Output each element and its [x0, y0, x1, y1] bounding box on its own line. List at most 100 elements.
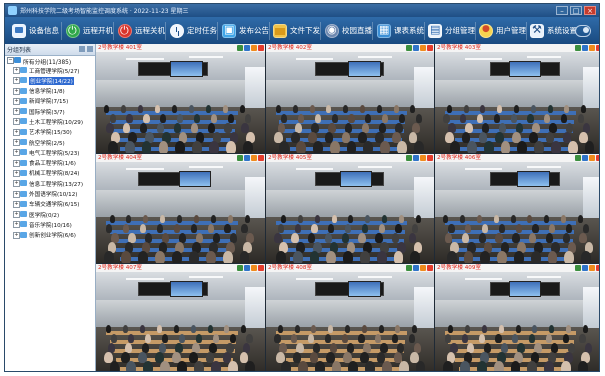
group-management-button[interactable]: 分组管理	[428, 20, 475, 41]
snapshot-icon[interactable]	[251, 45, 257, 51]
campus-live-button[interactable]: 校园直播	[325, 20, 372, 41]
tree-item[interactable]: + 新闻学院(7/15)	[5, 96, 95, 106]
camera-tile[interactable]: 2号教学楼 401室	[96, 44, 265, 153]
expand-toggle-icon[interactable]: +	[13, 149, 20, 157]
fullscreen-icon[interactable]	[244, 45, 250, 51]
close-stream-icon[interactable]	[596, 45, 599, 51]
volume-icon[interactable]	[575, 155, 581, 161]
volume-icon[interactable]	[237, 45, 243, 51]
close-stream-icon[interactable]	[427, 265, 433, 271]
expand-toggle-icon[interactable]: +	[13, 97, 20, 105]
maximize-icon[interactable]: □	[570, 6, 582, 15]
close-stream-icon[interactable]	[258, 45, 264, 51]
fullscreen-icon[interactable]	[244, 265, 250, 271]
close-stream-icon[interactable]	[596, 155, 599, 161]
expand-toggle-icon[interactable]: +	[13, 169, 20, 177]
expand-toggle-icon[interactable]: +	[13, 128, 20, 136]
expand-toggle-icon[interactable]: +	[13, 221, 20, 229]
camera-tile[interactable]: 2号教学楼 409室	[435, 264, 599, 371]
tree-item[interactable]: + 艺术学院(15/30)	[5, 127, 95, 137]
expand-toggle-icon[interactable]: +	[13, 200, 20, 208]
volume-icon[interactable]	[406, 265, 412, 271]
tree-item[interactable]: + 创新创业学院(6/6)	[5, 230, 95, 240]
expand-toggle-icon[interactable]: +	[13, 211, 20, 219]
tree-item[interactable]: + 医学院(0/2)	[5, 209, 95, 219]
tree-item[interactable]: + 机械工程学院(8/24)	[5, 168, 95, 178]
expand-toggle-icon[interactable]: +	[13, 231, 20, 239]
folder-icon	[20, 180, 27, 187]
expand-toggle-icon[interactable]: +	[13, 118, 20, 126]
tree-item[interactable]: + 工商管理学院(5/27)	[5, 65, 95, 75]
tree-item[interactable]: + 航空学院(2/5)	[5, 137, 95, 147]
snapshot-icon[interactable]	[420, 155, 426, 161]
close-stream-icon[interactable]	[427, 155, 433, 161]
publish-notice-button[interactable]: 发布公告	[222, 20, 269, 41]
tree-item[interactable]: + 土木工程学院(10/29)	[5, 116, 95, 126]
volume-icon[interactable]	[575, 265, 581, 271]
fullscreen-icon[interactable]	[582, 265, 588, 271]
collapse-toggle-icon[interactable]: −	[7, 57, 14, 64]
snapshot-icon[interactable]	[589, 265, 595, 271]
pin-icon[interactable]	[87, 46, 93, 52]
tree-item[interactable]: + 国际学院(3/7)	[5, 106, 95, 116]
expand-toggle-icon[interactable]: +	[13, 67, 20, 74]
tree-item[interactable]: + 信息学院(1/8)	[5, 86, 95, 96]
fullscreen-icon[interactable]	[582, 45, 588, 51]
camera-tile[interactable]: 2号教学楼 405室	[266, 154, 434, 263]
scheduled-task-button[interactable]: 定时任务	[170, 20, 217, 41]
close-stream-icon[interactable]	[258, 155, 264, 161]
course-schedule-button[interactable]: 课表系统	[377, 20, 424, 41]
camera-tile[interactable]: 2号教学楼 407室	[96, 264, 265, 371]
remote-power-on-label: 远程开机	[83, 26, 113, 35]
snapshot-icon[interactable]	[420, 265, 426, 271]
fullscreen-icon[interactable]	[244, 155, 250, 161]
snapshot-icon[interactable]	[420, 45, 426, 51]
snapshot-icon[interactable]	[589, 155, 595, 161]
expand-toggle-icon[interactable]: +	[13, 159, 20, 167]
collapse-icon[interactable]	[79, 46, 85, 52]
fullscreen-icon[interactable]	[582, 155, 588, 161]
expand-toggle-icon[interactable]: +	[13, 77, 20, 85]
tree-item[interactable]: + 电气工程学院(5/23)	[5, 147, 95, 157]
volume-icon[interactable]	[406, 155, 412, 161]
system-settings-button[interactable]: 系统设置	[530, 20, 577, 41]
camera-tile[interactable]: 2号教学楼 402室	[266, 44, 434, 153]
fullscreen-icon[interactable]	[413, 45, 419, 51]
expand-toggle-icon[interactable]: +	[13, 108, 20, 116]
close-icon[interactable]: ×	[584, 6, 596, 15]
tree-item[interactable]: + 车辆交通学院(6/15)	[5, 199, 95, 209]
volume-icon[interactable]	[237, 155, 243, 161]
tree-item[interactable]: + 食品工程学院(1/6)	[5, 158, 95, 168]
expand-toggle-icon[interactable]: +	[13, 190, 20, 198]
tree-item[interactable]: + 信息工程学院(13/27)	[5, 178, 95, 188]
camera-tile[interactable]: 2号教学楼 404室	[96, 154, 265, 263]
tree-item[interactable]: + 创业学院(14/22)	[5, 75, 95, 85]
snapshot-icon[interactable]	[251, 265, 257, 271]
file-distribute-button[interactable]: 文件下发	[273, 20, 320, 41]
snapshot-icon[interactable]	[251, 155, 257, 161]
remote-shutdown-button[interactable]: 远程关机	[118, 20, 165, 41]
snapshot-icon[interactable]	[589, 45, 595, 51]
camera-tile[interactable]: 2号教学楼 408室	[266, 264, 434, 371]
volume-icon[interactable]	[575, 45, 581, 51]
close-stream-icon[interactable]	[258, 265, 264, 271]
minimize-icon[interactable]: –	[556, 6, 568, 15]
close-stream-icon[interactable]	[596, 265, 599, 271]
expand-toggle-icon[interactable]: +	[13, 180, 20, 188]
camera-tile[interactable]: 2号教学楼 403室	[435, 44, 599, 153]
fullscreen-icon[interactable]	[413, 155, 419, 161]
remote-power-on-button[interactable]: 远程开机	[66, 20, 113, 41]
close-stream-icon[interactable]	[427, 45, 433, 51]
expand-toggle-icon[interactable]: +	[13, 139, 20, 147]
toggle-switch-icon[interactable]	[575, 25, 591, 37]
camera-tile[interactable]: 2号教学楼 406室	[435, 154, 599, 263]
tree-root[interactable]: − 所有分组(11/385)	[5, 56, 95, 66]
volume-icon[interactable]	[237, 265, 243, 271]
tree-item[interactable]: + 外国语学院(10/12)	[5, 189, 95, 199]
tree-item[interactable]: + 音乐学院(10/16)	[5, 219, 95, 229]
fullscreen-icon[interactable]	[413, 265, 419, 271]
expand-toggle-icon[interactable]: +	[13, 87, 20, 95]
device-info-button[interactable]: 设备信息	[12, 20, 59, 41]
volume-icon[interactable]	[406, 45, 412, 51]
user-management-button[interactable]: 用户管理	[479, 20, 526, 41]
